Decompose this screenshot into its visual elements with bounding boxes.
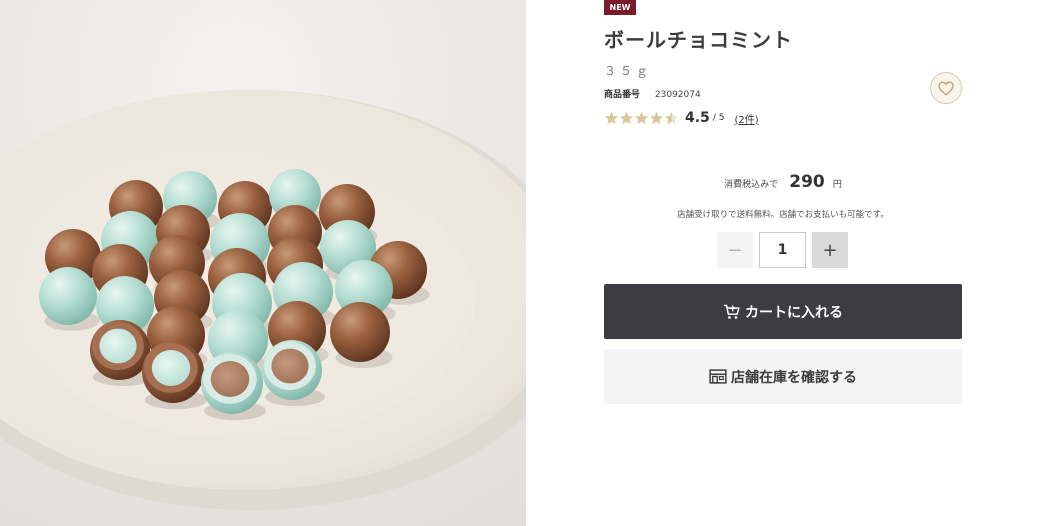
check-store-stock-button[interactable]: 店舗在庫を確認する	[604, 349, 962, 404]
quantity-increase-button[interactable]: +	[812, 232, 848, 268]
product-image	[0, 0, 526, 526]
product-code-label: 商品番号	[604, 90, 641, 100]
favorite-button[interactable]	[930, 72, 962, 104]
rating-value: 4.5	[685, 110, 710, 126]
product-page: NEW ボールチョコミント ３５ｇ 商品番号 23092074 4.5 / 5 …	[0, 0, 1051, 526]
product-code: 商品番号 23092074	[604, 87, 701, 100]
add-to-cart-label: カートに入れる	[745, 304, 843, 321]
price: 消費税込みで 290 円	[604, 172, 962, 195]
quantity-decrease-button[interactable]: −	[717, 232, 753, 268]
star-icon	[664, 111, 679, 125]
rating-stars	[604, 111, 679, 125]
price-label: 消費税込みで	[724, 180, 779, 190]
review-count-link[interactable]: (2件)	[734, 111, 758, 126]
store-icon	[709, 369, 727, 384]
check-store-stock-label: 店舗在庫を確認する	[731, 369, 857, 386]
product-weight: ３５ｇ	[604, 64, 653, 78]
rating: 4.5 / 5 (2件)	[604, 109, 759, 127]
quantity-input[interactable]	[759, 232, 806, 268]
shipping-notice: 店舗受け取りで送料無料。店舗でお支払いも可能です。	[677, 210, 889, 220]
quantity-stepper: − +	[717, 232, 848, 268]
product-info: NEW ボールチョコミント ３５ｇ 商品番号 23092074 4.5 / 5 …	[604, 0, 962, 526]
star-icon	[634, 111, 649, 125]
star-icon	[619, 111, 634, 125]
new-badge: NEW	[604, 0, 636, 15]
heart-icon	[938, 80, 954, 96]
add-to-cart-button[interactable]: カートに入れる	[604, 284, 962, 339]
price-value: 290	[789, 172, 825, 192]
cart-icon	[724, 304, 740, 319]
star-icon	[649, 111, 664, 125]
product-title: ボールチョコミント	[604, 28, 793, 52]
rating-max: / 5	[712, 113, 725, 123]
price-unit: 円	[832, 180, 842, 190]
product-code-value: 23092074	[654, 90, 701, 100]
star-icon	[604, 111, 619, 125]
